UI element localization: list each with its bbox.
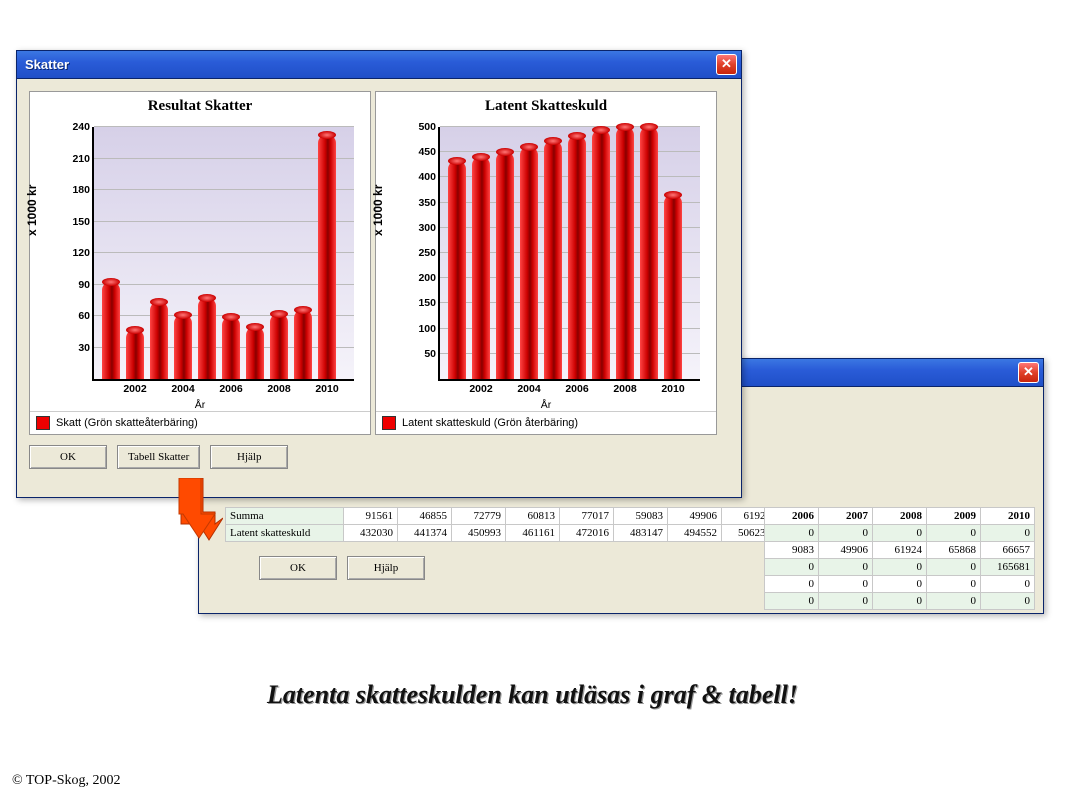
col-header: 2010 [981,508,1035,525]
data-table-upper: 2006 2007 2008 2009 2010 00000 908349906… [764,507,1035,610]
titlebar-front: Skatter ✕ [17,51,741,79]
y-tick: 400 [418,171,436,183]
y-tick: 30 [78,342,90,354]
x-tick: 2008 [613,383,636,395]
title-front: Skatter [25,57,716,72]
chart-legend: Skatt (Grön skatteåterbäring) [30,411,370,434]
chart-title: Resultat Skatter [30,92,370,117]
chart-bar [174,315,192,379]
chart-bar [318,135,336,379]
y-tick: 60 [78,310,90,322]
chart-title: Latent Skatteskuld [376,92,716,117]
x-tick: 2010 [315,383,338,395]
chart-window: Skatter ✕ Resultat Skatter x 1000 kr 306… [16,50,742,498]
y-tick: 250 [418,247,436,259]
chart-bar [568,136,586,379]
y-tick: 90 [78,279,90,291]
chart-bar [150,302,168,379]
y-tick: 350 [418,197,436,209]
x-tick: 2002 [469,383,492,395]
chart-plot: 5010015020025030035040045050020022004200… [438,127,700,381]
ok-button-back[interactable]: OK [259,556,337,580]
legend-swatch-icon [382,416,396,430]
chart-bar [198,298,216,379]
chart-bar [592,130,610,379]
chart-bar [496,152,514,379]
chart-bar [222,317,240,379]
x-tick: 2004 [517,383,540,395]
y-tick: 120 [72,247,90,259]
chart-bar [294,310,312,379]
chart-bar [126,330,144,379]
col-header: 2007 [819,508,873,525]
chart-bar [472,157,490,379]
y-tick: 50 [424,348,436,360]
y-tick: 180 [72,184,90,196]
legend-label: Latent skatteskuld (Grön återbäring) [402,417,578,429]
x-tick: 2010 [661,383,684,395]
chart-bar [246,327,264,380]
chart-bar [270,314,288,379]
chart-panel-resultat: Resultat Skatter x 1000 kr 3060901201501… [29,91,371,435]
chart-bar [664,195,682,379]
y-tick: 300 [418,222,436,234]
x-tick: 2002 [123,383,146,395]
chart-bar [544,141,562,379]
chart-bar [640,127,658,379]
close-icon[interactable]: ✕ [1018,362,1039,383]
x-tick: 2008 [267,383,290,395]
chart-bar [448,161,466,379]
col-header: 2006 [765,508,819,525]
y-axis-label: x 1000 kr [371,185,385,236]
y-tick: 150 [72,216,90,228]
chart-bar [520,147,538,379]
legend-swatch-icon [36,416,50,430]
col-header: 2009 [927,508,981,525]
chart-legend: Latent skatteskuld (Grön återbäring) [376,411,716,434]
x-axis-label: År [541,399,552,411]
page-caption: Latenta skatteskulden kan utläsas i graf… [0,680,1065,710]
x-axis-label: År [195,399,206,411]
ok-button[interactable]: OK [29,445,107,469]
tabell-skatter-button[interactable]: Tabell Skatter [117,445,200,469]
close-icon[interactable]: ✕ [716,54,737,75]
y-tick: 450 [418,146,436,158]
legend-label: Skatt (Grön skatteåterbäring) [56,417,198,429]
y-tick: 240 [72,121,90,133]
x-tick: 2006 [565,383,588,395]
x-tick: 2004 [171,383,194,395]
y-tick: 200 [418,272,436,284]
copyright-text: © TOP-Skog, 2002 [12,773,121,789]
col-header: 2008 [873,508,927,525]
chart-panel-latent: Latent Skatteskuld x 1000 kr 50100150200… [375,91,717,435]
y-tick: 210 [72,153,90,165]
chart-bar [102,282,120,379]
y-tick: 500 [418,121,436,133]
y-axis-label: x 1000 kr [25,185,39,236]
hjalp-button-back[interactable]: Hjälp [347,556,425,580]
y-tick: 150 [418,297,436,309]
y-tick: 100 [418,323,436,335]
chart-plot: 3060901201501802102402002200420062008201… [92,127,354,381]
chart-bar [616,127,634,379]
hjalp-button[interactable]: Hjälp [210,445,288,469]
x-tick: 2006 [219,383,242,395]
